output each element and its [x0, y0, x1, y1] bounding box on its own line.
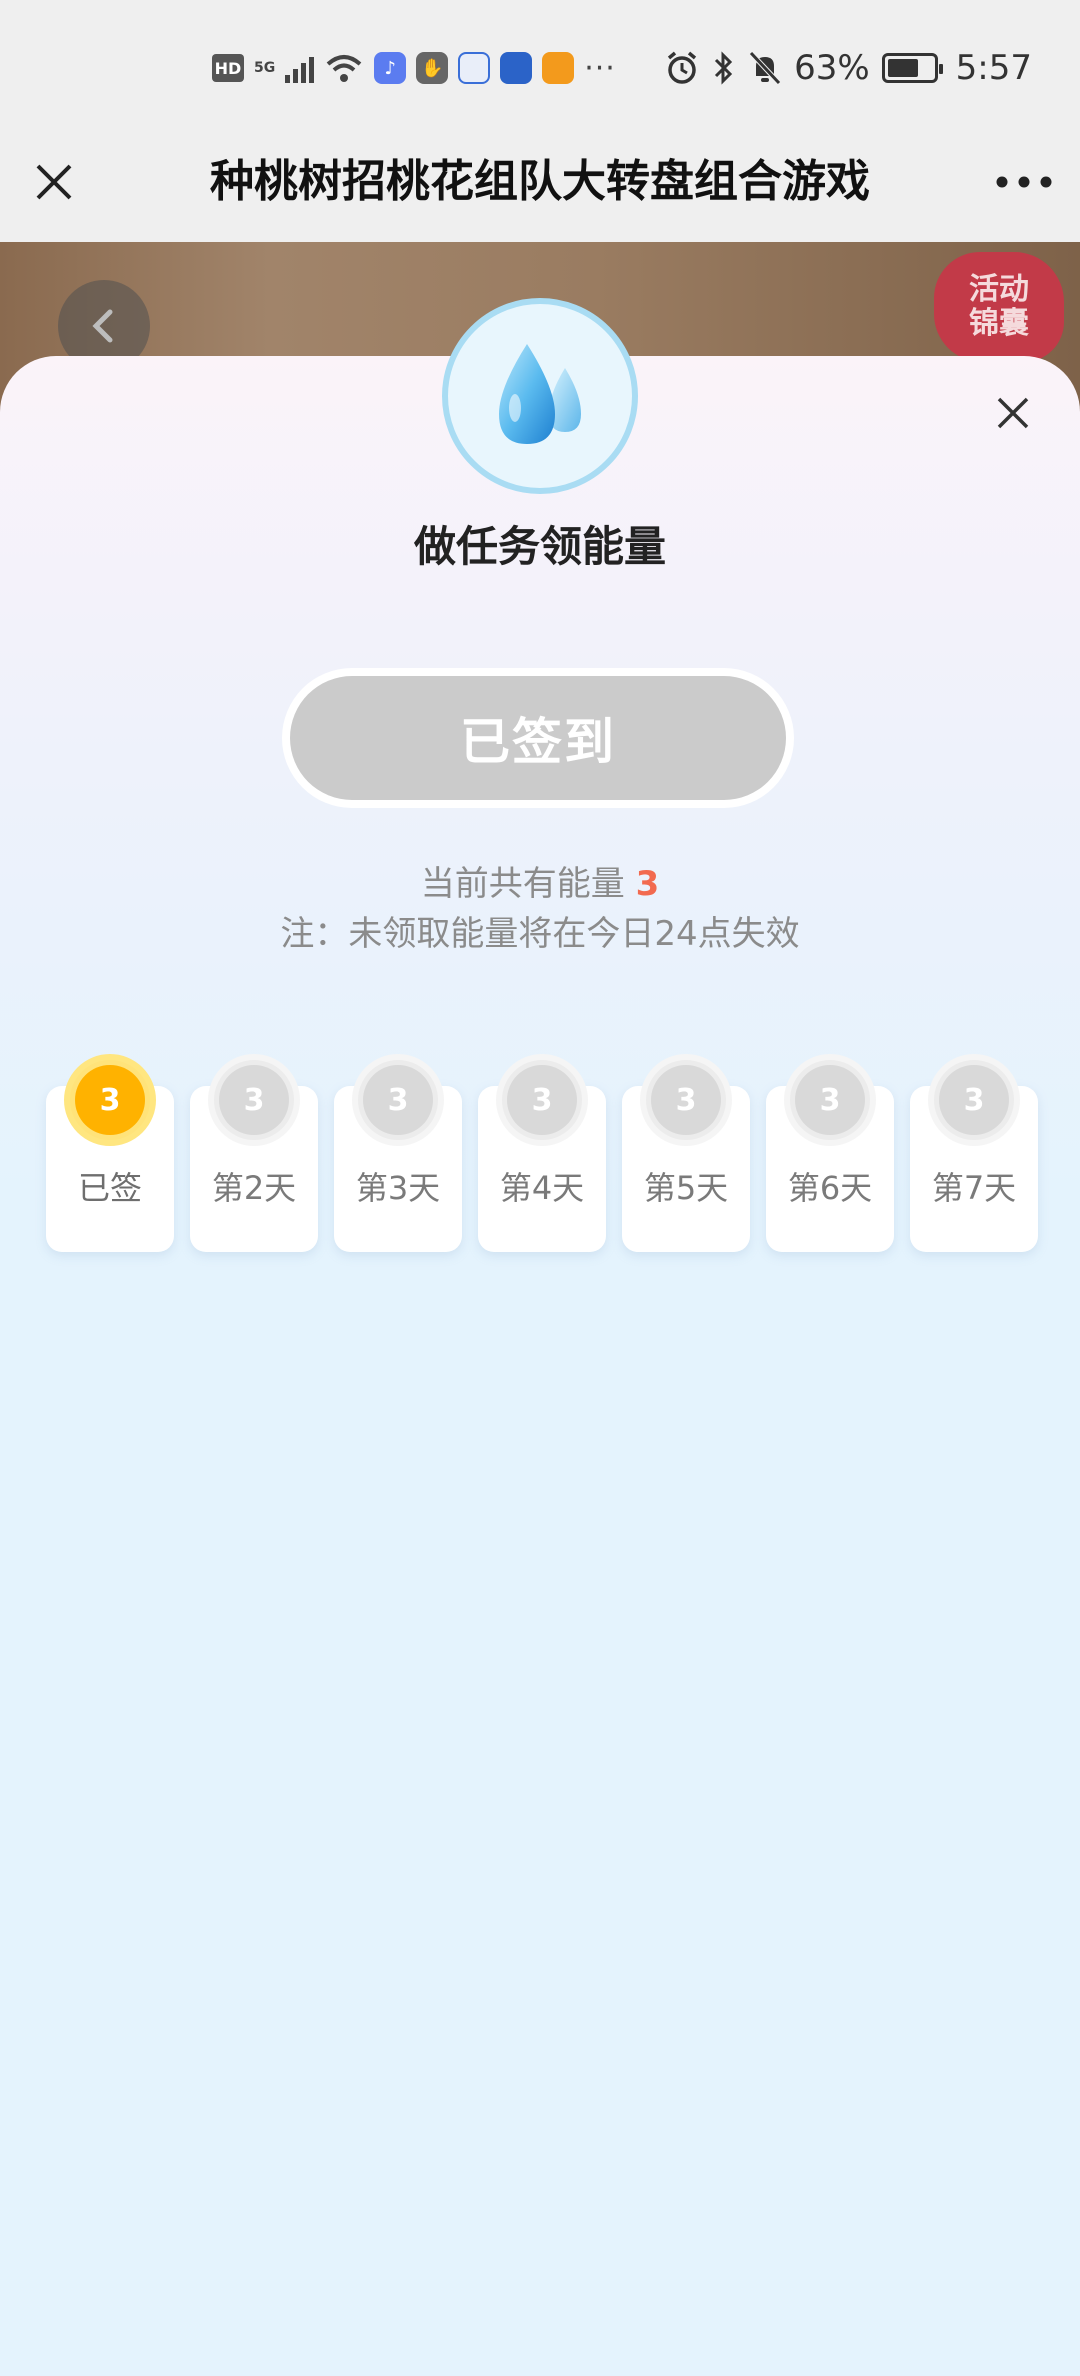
energy-label: 当前共有能量: [420, 864, 625, 904]
nav-bar: 种桃树招桃花组队大转盘组合游戏: [0, 136, 1080, 242]
energy-coin-icon: 3: [640, 1054, 732, 1146]
more-options-button[interactable]: [994, 154, 1054, 210]
signal-icon: [285, 53, 315, 83]
modal-close-button[interactable]: [988, 388, 1038, 438]
page-title: 种桃树招桃花组队大转盘组合游戏: [210, 156, 870, 207]
day-value: 3: [219, 1065, 289, 1135]
alarm-icon: [667, 51, 697, 84]
energy-coin-icon: 3: [784, 1054, 876, 1146]
day-label: 第5天: [643, 1169, 729, 1207]
day-label: 第3天: [355, 1169, 441, 1207]
hd-icon: HD: [212, 54, 244, 82]
day-value: 3: [795, 1065, 865, 1135]
day-value: 3: [939, 1065, 1009, 1135]
music-app-icon: ♪: [374, 52, 407, 84]
energy-coin-icon: 3: [928, 1054, 1020, 1146]
day-value: 3: [651, 1065, 721, 1135]
day-card-7[interactable]: 3 第7天: [910, 1054, 1038, 1254]
task-energy-modal: [0, 356, 1080, 2376]
day-value: 3: [363, 1065, 433, 1135]
battery-icon: [881, 53, 943, 83]
activity-tips-button[interactable]: 活动锦囊: [934, 252, 1064, 362]
signed-in-button[interactable]: 已签到: [282, 668, 794, 808]
signed-in-label: 已签到: [290, 676, 786, 800]
energy-coin-icon: 3: [496, 1054, 588, 1146]
robot-app-icon: [458, 52, 491, 84]
day-value: 3: [75, 1065, 145, 1135]
water-drop-icon: [499, 344, 581, 444]
checkin-days: 3 已签 3 第2天 3 第3天 3 第4天 3 第5天 3 第6天 3 第7天: [46, 1054, 1038, 1254]
day-card-2[interactable]: 3 第2天: [190, 1054, 318, 1254]
day-card-5[interactable]: 3 第5天: [622, 1054, 750, 1254]
energy-total: 当前共有能量 3: [0, 858, 1080, 910]
day-card-3[interactable]: 3 第3天: [334, 1054, 462, 1254]
water-drop-badge: [442, 298, 638, 494]
bird-app-icon: [500, 52, 533, 84]
modal-title: 做任务领能量: [413, 522, 666, 571]
network-type-icon: 5G: [254, 60, 276, 76]
day-label: 第7天: [931, 1169, 1017, 1207]
status-bar-right: 63% 5:57: [664, 44, 1032, 92]
wifi-icon: [326, 55, 362, 82]
day-card-4[interactable]: 3 第4天: [478, 1054, 606, 1254]
day-card-1[interactable]: 3 已签: [46, 1054, 174, 1254]
day-label: 第4天: [499, 1169, 585, 1207]
energy-coin-icon: 3: [208, 1054, 300, 1146]
day-label: 第2天: [211, 1169, 297, 1207]
energy-coin-icon: 3: [64, 1054, 156, 1146]
close-page-button[interactable]: [26, 154, 82, 210]
close-icon: [997, 397, 1029, 429]
day-label: 已签: [77, 1169, 142, 1207]
bluetooth-icon: [715, 51, 733, 85]
mute-icon: [749, 51, 781, 85]
activity-tips-label: 活动锦囊: [969, 272, 1029, 341]
status-bar: HD 5G ♪ ✋ ··· 63% 5:57: [0, 0, 1080, 136]
chevron-left-icon: [92, 309, 113, 343]
close-icon: [36, 164, 72, 200]
more-icon: [996, 176, 1052, 188]
day-card-6[interactable]: 3 第6天: [766, 1054, 894, 1254]
energy-coin-icon: 3: [352, 1054, 444, 1146]
more-notifications-icon: ···: [584, 50, 616, 86]
day-value: 3: [507, 1065, 577, 1135]
battery-percent: 63%: [794, 48, 870, 88]
expiry-note: 注：未领取能量将在今日24点失效: [280, 914, 800, 954]
clock: 5:57: [955, 48, 1032, 88]
day-label: 第6天: [787, 1169, 873, 1207]
energy-value: 3: [635, 864, 660, 904]
orange-app-icon: [542, 52, 575, 84]
hand-app-icon: ✋: [416, 52, 449, 84]
status-bar-left: HD 5G ♪ ✋ ···: [212, 48, 616, 88]
